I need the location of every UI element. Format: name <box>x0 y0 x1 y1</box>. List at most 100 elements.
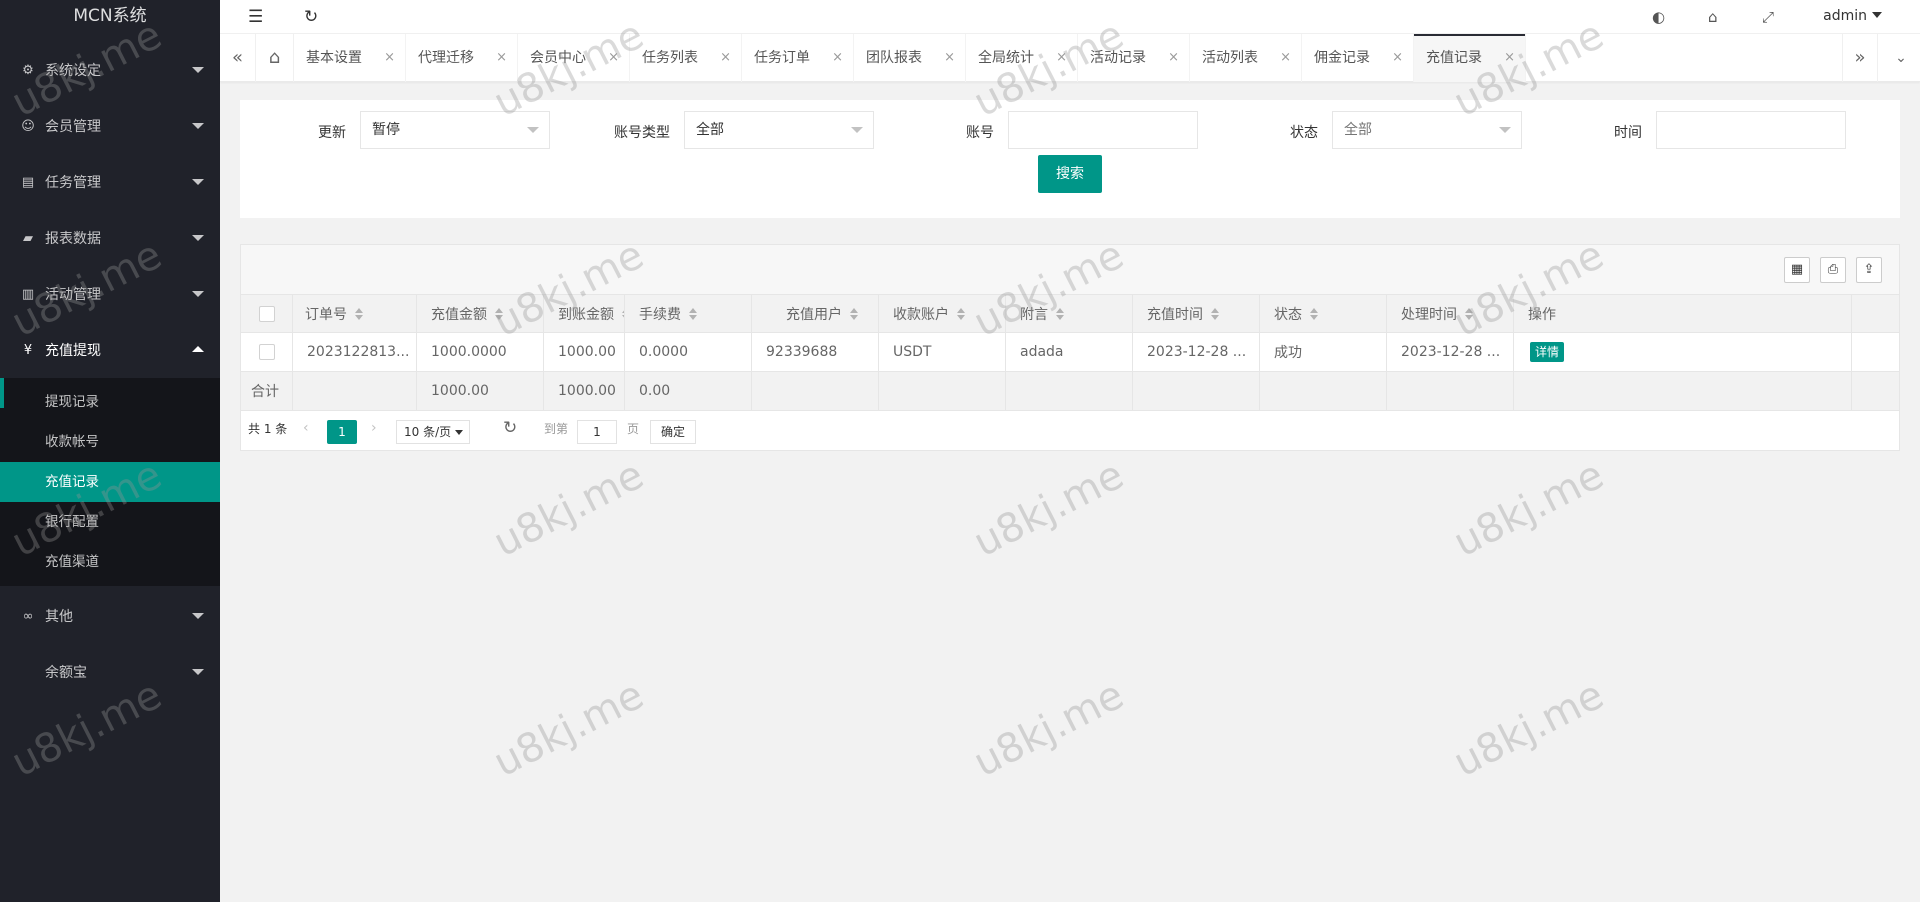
tab-agent-migration[interactable]: 代理迁移 × <box>406 34 518 82</box>
tab-member-center[interactable]: 会员中心 × <box>518 34 630 82</box>
sort-icon[interactable] <box>1056 307 1064 320</box>
close-icon[interactable]: × <box>384 34 395 82</box>
submenu-item-recharge-records[interactable]: 充值记录 <box>0 462 220 502</box>
menu-label: 充值提现 <box>45 343 101 359</box>
sort-icon[interactable] <box>622 307 624 320</box>
total-label: 合计 <box>241 372 293 410</box>
column-header[interactable]: 订单号 <box>293 295 417 332</box>
refresh-icon[interactable]: ↻ <box>503 418 517 438</box>
column-header[interactable]: 处理时间 <box>1387 295 1514 332</box>
tabs-scroll-left-icon[interactable]: « <box>220 34 256 82</box>
column-header[interactable]: 充值用户 <box>752 295 879 332</box>
sort-icon[interactable] <box>689 307 697 320</box>
menu-task-management[interactable]: ▤ 任务管理 <box>0 154 220 210</box>
page-size-select[interactable]: 10 条/页 <box>396 420 470 444</box>
goto-page-input[interactable]: 1 <box>577 420 617 444</box>
menu-label: 系统设定 <box>45 63 101 79</box>
sort-icon[interactable] <box>850 307 858 320</box>
close-icon[interactable]: × <box>720 34 731 82</box>
tab-activity-list[interactable]: 活动列表 × <box>1190 34 1302 82</box>
cell-received: 1000.00 <box>544 333 625 371</box>
close-icon[interactable]: × <box>1056 34 1067 82</box>
sort-icon[interactable] <box>1465 307 1473 320</box>
link-icon: ∞ <box>22 608 34 624</box>
sort-icon[interactable] <box>495 307 503 320</box>
tab-basic-settings[interactable]: 基本设置 × <box>294 34 406 82</box>
chevron-down-icon <box>192 123 204 129</box>
submenu-item-withdraw-records[interactable]: 提现记录 <box>0 382 220 422</box>
tab-global-stats[interactable]: 全局统计 × <box>966 34 1078 82</box>
refresh-icon[interactable]: ↻ <box>304 7 318 27</box>
close-icon[interactable]: × <box>496 34 507 82</box>
submenu-item-bank-config[interactable]: 银行配置 <box>0 502 220 542</box>
select-all-checkbox[interactable] <box>258 305 275 322</box>
tabs-more-dropdown-icon[interactable]: ⌄ <box>1882 34 1920 82</box>
close-icon[interactable]: × <box>944 34 955 82</box>
menu-activity-management[interactable]: ▥ 活动管理 <box>0 266 220 322</box>
goto-label: 到第 <box>544 422 569 436</box>
close-icon[interactable]: × <box>1504 34 1515 82</box>
account-type-select[interactable]: 全部 <box>684 111 874 149</box>
row-checkbox[interactable] <box>258 344 275 360</box>
submenu-item-payment-accounts[interactable]: 收款帐号 <box>0 422 220 462</box>
column-header[interactable]: 到账金额 <box>544 295 625 332</box>
sort-icon[interactable] <box>1310 307 1318 320</box>
menu-label: 任务管理 <box>45 175 101 191</box>
next-page-icon[interactable]: › <box>371 420 377 436</box>
tab-recharge-records[interactable]: 充值记录 × <box>1414 34 1526 82</box>
close-icon[interactable]: × <box>832 34 843 82</box>
home-tab-icon[interactable]: ⌂ <box>256 34 294 82</box>
prev-page-icon[interactable]: ‹ <box>303 420 309 436</box>
chart-icon: ▰ <box>23 230 33 246</box>
goto-confirm-button[interactable]: 确定 <box>650 420 696 444</box>
tabs-scroll-right-icon[interactable]: » <box>1842 34 1878 82</box>
page-unit-label: 页 <box>627 422 640 436</box>
print-icon[interactable]: ⎙ <box>1820 257 1846 283</box>
sort-icon[interactable] <box>957 307 965 320</box>
fullscreen-icon[interactable]: ⤢ <box>1762 8 1774 26</box>
theme-icon[interactable]: ◐ <box>1652 8 1665 26</box>
menu-yuebao[interactable]: 余额宝 <box>0 644 220 700</box>
sort-icon[interactable] <box>1211 307 1219 320</box>
column-header[interactable]: 充值时间 <box>1133 295 1260 332</box>
status-select[interactable]: 全部 <box>1332 111 1522 149</box>
tab-task-list[interactable]: 任务列表 × <box>630 34 742 82</box>
total-amount: 1000.00 <box>417 372 544 410</box>
submenu-item-recharge-channels[interactable]: 充值渠道 <box>0 542 220 582</box>
close-icon[interactable]: × <box>1280 34 1291 82</box>
time-range-input[interactable] <box>1656 111 1846 149</box>
close-icon[interactable]: × <box>608 34 619 82</box>
menu-other[interactable]: ∞ 其他 <box>0 588 220 644</box>
user-menu[interactable]: admin <box>1823 8 1882 24</box>
export-icon[interactable]: ⇪ <box>1856 257 1882 283</box>
chevron-down-icon <box>851 127 863 133</box>
column-header[interactable]: 收款账户 <box>879 295 1006 332</box>
sort-icon[interactable] <box>355 307 363 320</box>
chevron-down-icon <box>192 669 204 675</box>
search-button[interactable]: 搜索 <box>1038 155 1102 193</box>
column-header[interactable]: 手续费 <box>625 295 752 332</box>
user-icon: ☺ <box>21 118 35 134</box>
tab-task-orders[interactable]: 任务订单 × <box>742 34 854 82</box>
column-header[interactable]: 附言 <box>1006 295 1133 332</box>
menu-report-data[interactable]: ▰ 报表数据 <box>0 210 220 266</box>
menu-system-settings[interactable]: ⚙ 系统设定 <box>0 42 220 98</box>
total-count: 共 1 条 <box>248 422 288 436</box>
update-select[interactable]: 暂停 <box>360 111 550 149</box>
tab-commission-records[interactable]: 佣金记录 × <box>1302 34 1414 82</box>
tag-icon[interactable]: ⌂ <box>1708 8 1718 26</box>
column-header[interactable]: 充值金额 <box>417 295 544 332</box>
menu-member-management[interactable]: ☺ 会员管理 <box>0 98 220 154</box>
account-input[interactable] <box>1008 111 1198 149</box>
menu-toggle-icon[interactable]: ☰ <box>248 7 263 27</box>
close-icon[interactable]: × <box>1168 34 1179 82</box>
table-row[interactable]: 2023122813... 1000.0000 1000.00 0.0000 9… <box>241 333 1899 372</box>
columns-filter-icon[interactable]: ▦ <box>1784 257 1810 283</box>
page-1-button[interactable]: 1 <box>327 420 357 444</box>
tab-activity-records[interactable]: 活动记录 × <box>1078 34 1190 82</box>
menu-recharge-withdraw[interactable]: ¥ 充值提现 <box>0 322 220 378</box>
close-icon[interactable]: × <box>1392 34 1403 82</box>
column-header[interactable]: 状态 <box>1260 295 1387 332</box>
detail-button[interactable]: 详情 <box>1530 342 1565 362</box>
tab-team-report[interactable]: 团队报表 × <box>854 34 966 82</box>
